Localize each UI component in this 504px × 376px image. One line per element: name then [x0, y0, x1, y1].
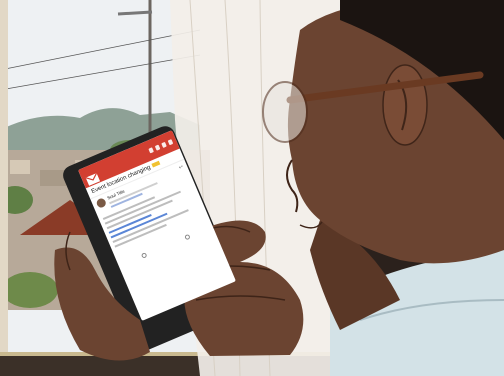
comic-panel: Event location changing Soul Title ↩: [0, 0, 504, 376]
reply-all-action-icon[interactable]: [184, 233, 191, 241]
mail-icon[interactable]: [161, 141, 167, 148]
reply-icon[interactable]: ↩: [178, 164, 184, 171]
archive-icon[interactable]: [148, 146, 154, 153]
illustration: [0, 0, 504, 376]
glasses-lens: [262, 81, 308, 143]
more-icon[interactable]: [167, 138, 174, 145]
reply-action-icon[interactable]: [140, 252, 148, 259]
label-badge: [151, 161, 161, 169]
window-frame-left: [0, 0, 8, 376]
ear: [382, 64, 428, 146]
avatar: [95, 197, 108, 209]
delete-icon[interactable]: [154, 144, 161, 151]
email-actions: [118, 224, 214, 268]
envelope-icon: [84, 169, 100, 186]
